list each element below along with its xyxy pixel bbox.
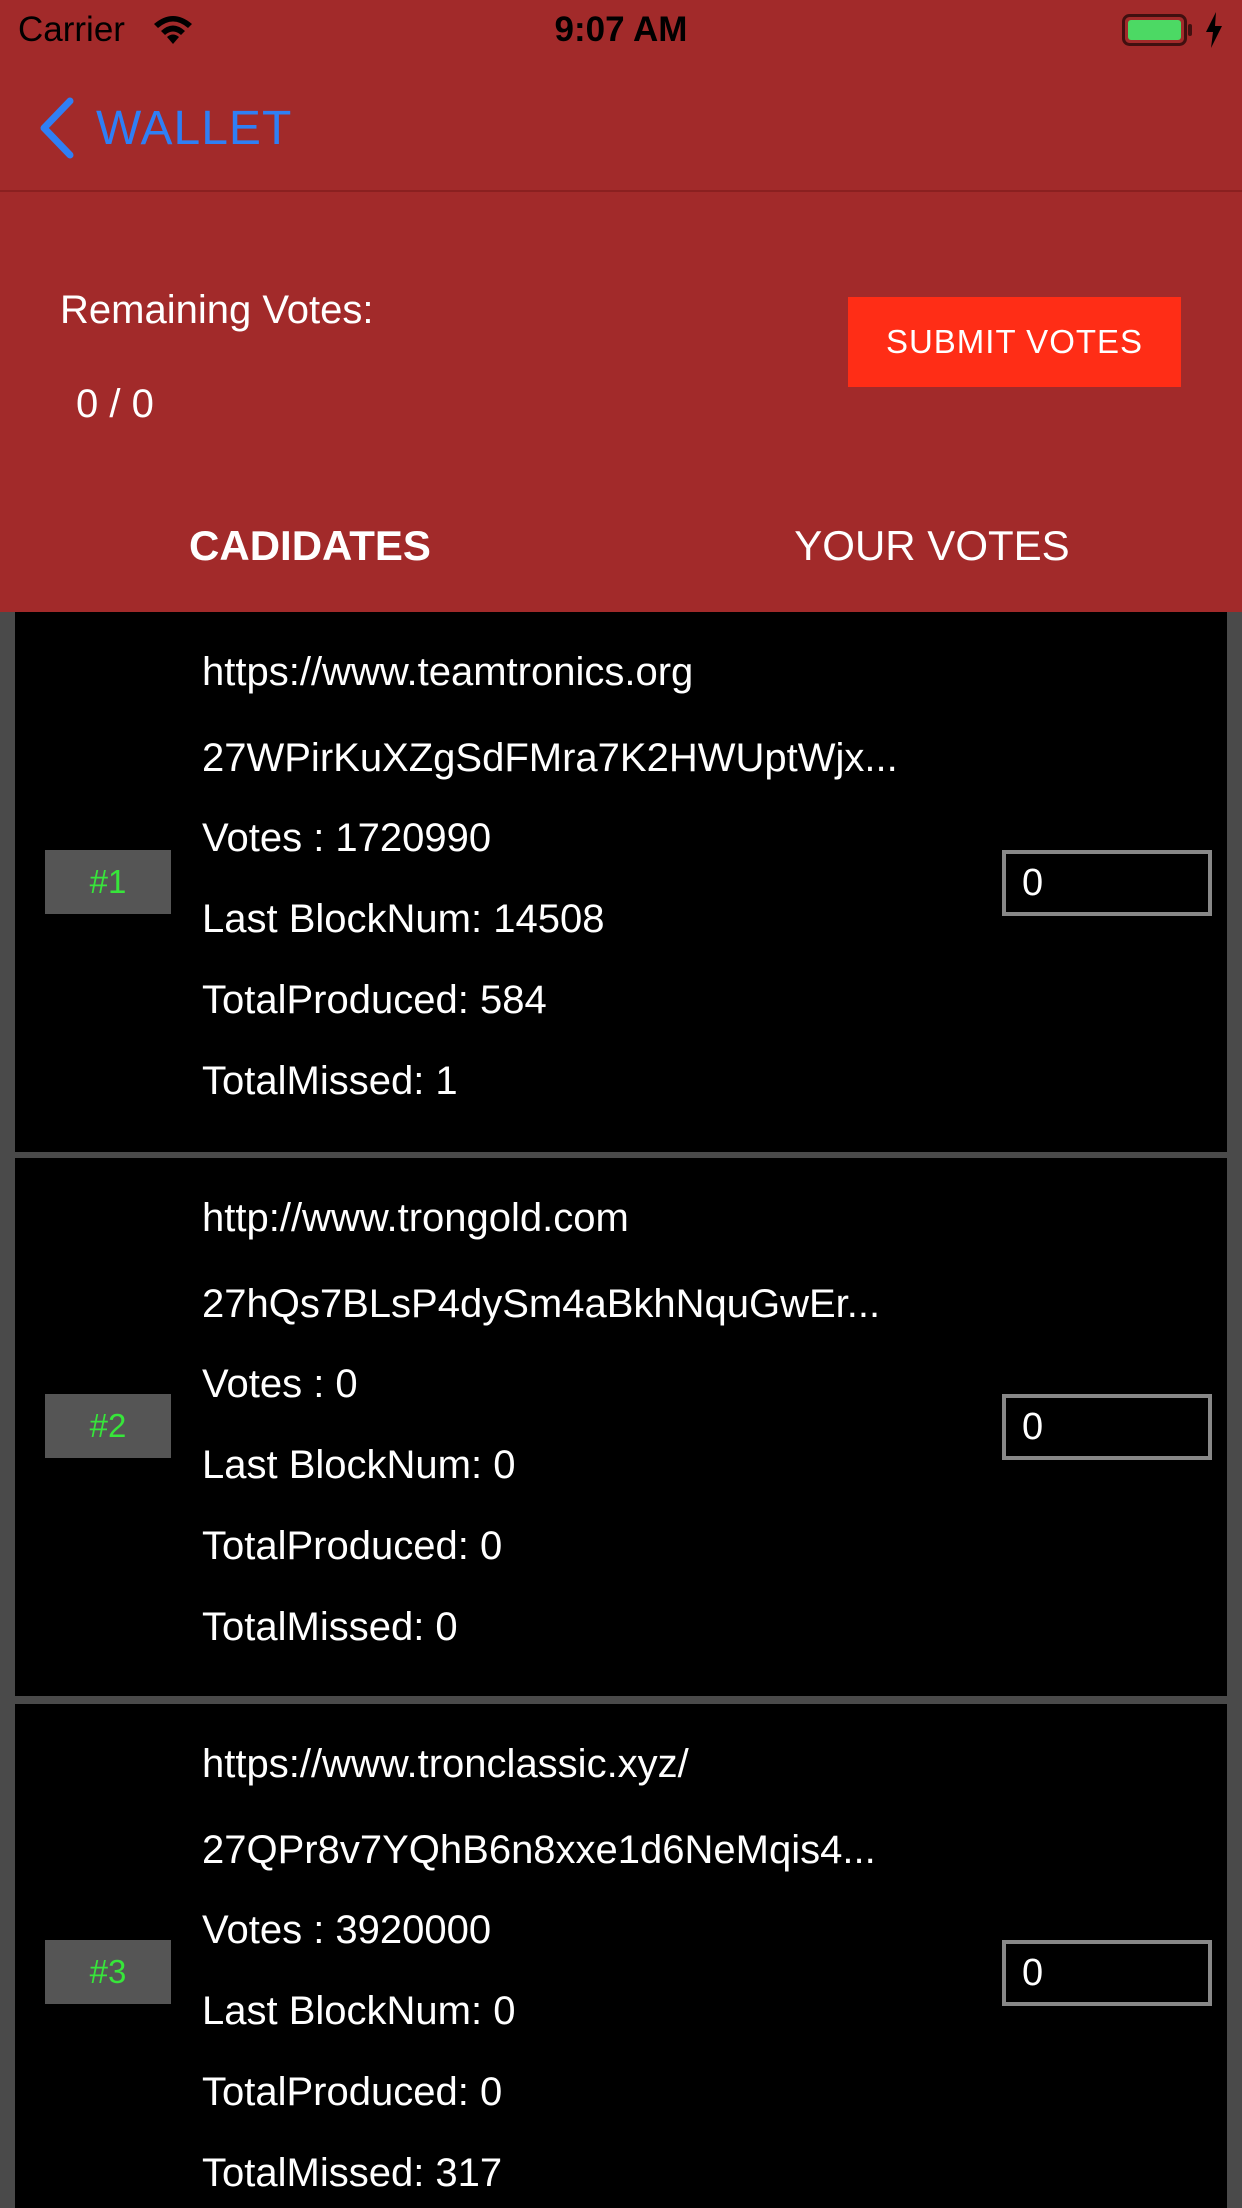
remaining-votes-label: Remaining Votes: [60,288,374,332]
candidate-url: https://www.tronclassic.xyz/ [202,1742,689,1786]
candidate-last-block: Last BlockNum: 14508 [202,897,605,941]
tab-your-votes[interactable]: YOUR VOTES [622,522,1242,570]
vote-amount-input[interactable] [1002,1940,1212,2006]
candidate-total-missed: TotalMissed: 0 [202,1605,458,1649]
candidate-list[interactable]: #1 https://www.teamtronics.org 27WPirKuX… [0,612,1242,2208]
candidate-last-block: Last BlockNum: 0 [202,1989,516,2033]
clock: 9:07 AM [554,10,688,49]
candidate-address: 27QPr8v7YQhB6n8xxe1d6NeMqis4... [202,1828,876,1872]
candidate-votes: Votes : 1720990 [202,816,492,860]
candidate-url: http://www.trongold.com [202,1196,629,1240]
candidate-last-block: Last BlockNum: 0 [202,1443,516,1487]
candidate-total-missed: TotalMissed: 1 [202,1059,458,1103]
candidate-total-produced: TotalProduced: 0 [202,1524,503,1568]
submit-votes-button[interactable]: SUBMIT VOTES [848,297,1181,387]
candidate-total-produced: TotalProduced: 0 [202,2070,503,2114]
candidate-url: https://www.teamtronics.org [202,650,694,694]
battery-icon [1122,14,1192,46]
navigation-bar: WALLET [0,60,1242,192]
candidate-card[interactable]: #2 http://www.trongold.com 27hQs7BLsP4dy… [15,1158,1227,1696]
candidate-votes: Votes : 3920000 [202,1908,492,1952]
candidate-total-produced: TotalProduced: 584 [202,978,547,1022]
back-button[interactable]: WALLET [36,96,292,160]
candidate-total-missed: TotalMissed: 317 [202,2151,503,2195]
rank-badge: #3 [45,1940,171,2004]
tab-candidates[interactable]: CADIDATES [0,522,620,570]
candidate-card[interactable]: #1 https://www.teamtronics.org 27WPirKuX… [15,612,1227,1152]
vote-amount-input[interactable] [1002,850,1212,916]
candidate-card[interactable]: #3 https://www.tronclassic.xyz/ 27QPr8v7… [15,1704,1227,2208]
charging-icon [1206,12,1222,48]
remaining-votes-value: 0 / 0 [76,382,154,426]
vote-header: Remaining Votes: 0 / 0 SUBMIT VOTES CADI… [0,192,1242,612]
candidate-address: 27hQs7BLsP4dySm4aBkhNquGwEr... [202,1282,881,1326]
back-label: WALLET [96,101,293,155]
voting-screen: Carrier 9:07 AM WALLET Remaining Votes: … [0,0,1242,2208]
vote-amount-input[interactable] [1002,1394,1212,1460]
rank-badge: #1 [45,850,171,914]
rank-badge: #2 [45,1394,171,1458]
candidate-votes: Votes : 0 [202,1362,358,1406]
status-bar: Carrier 9:07 AM [0,0,1242,60]
chevron-left-icon [40,97,74,159]
candidate-address: 27WPirKuXZgSdFMra7K2HWUptWjx... [202,736,898,780]
